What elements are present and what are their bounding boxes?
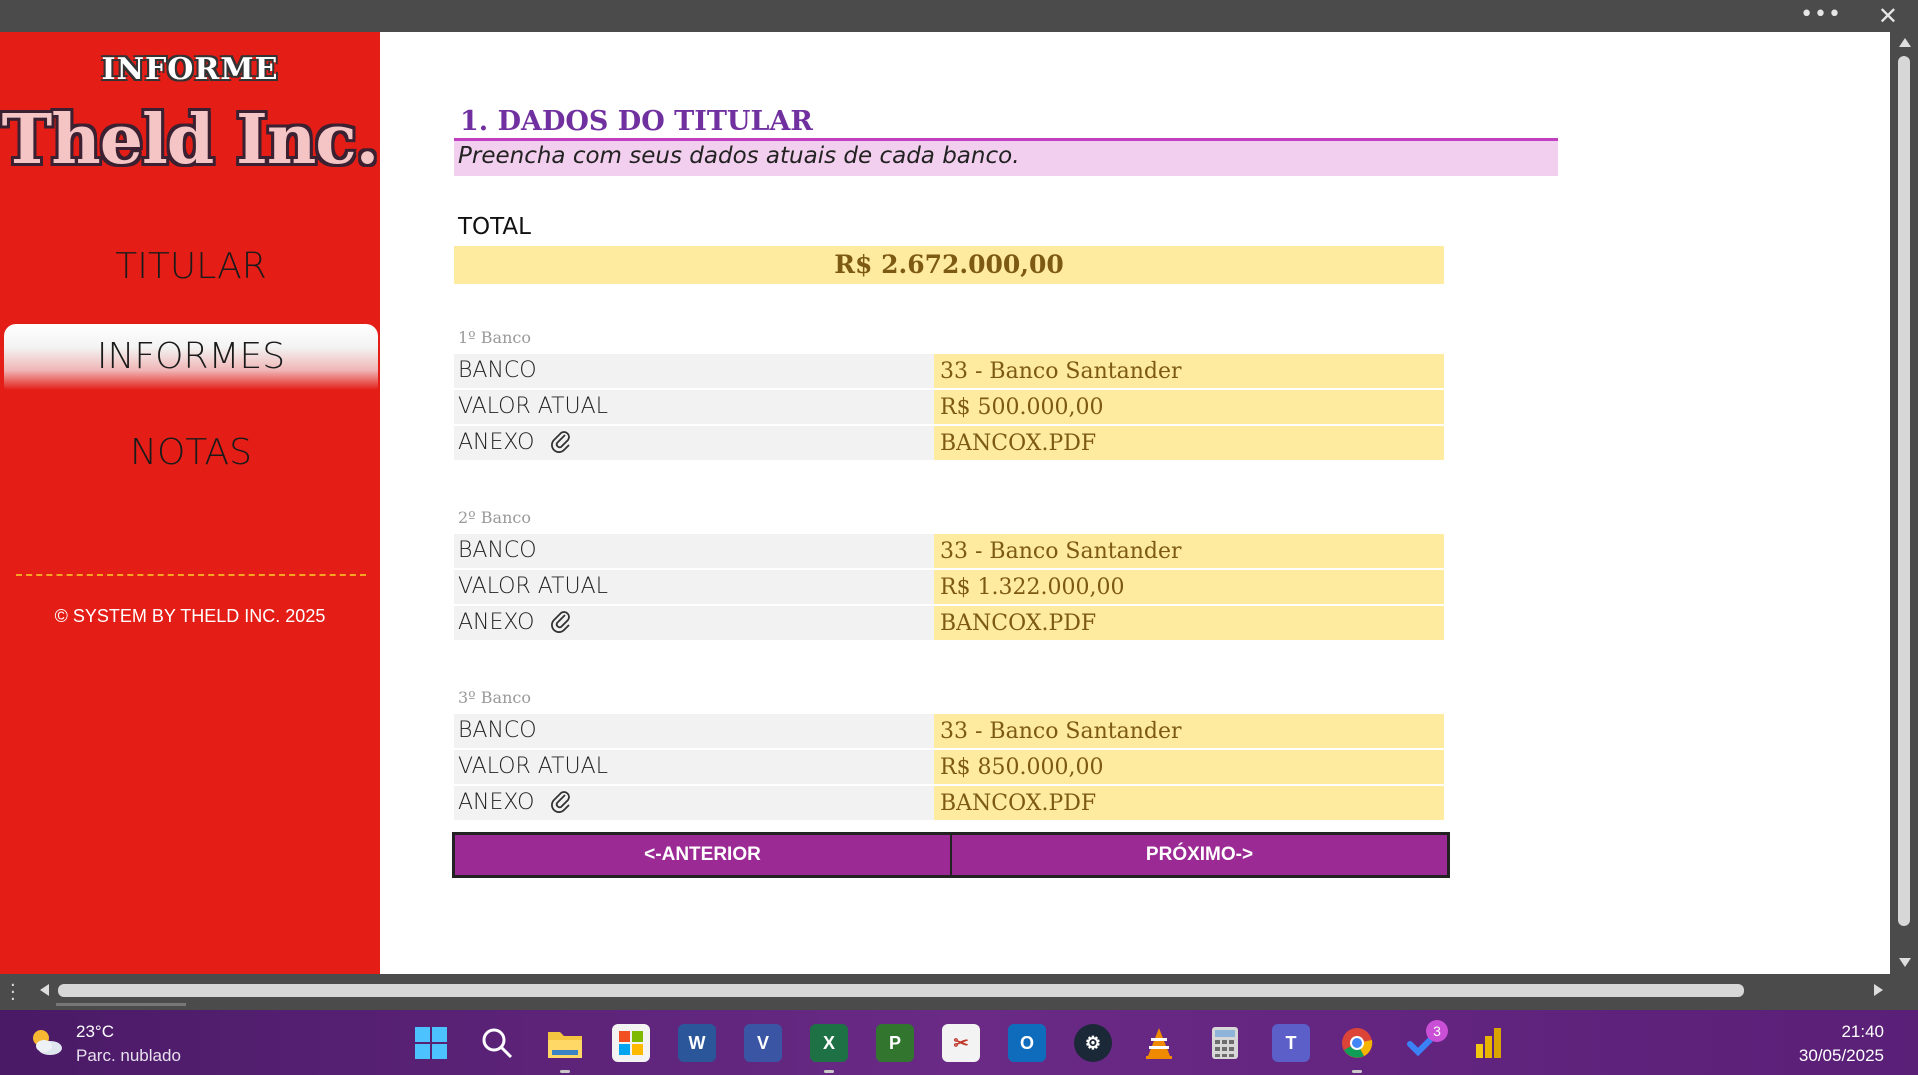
paperclip-icon[interactable] [549, 609, 573, 633]
sidebar-item-informes[interactable]: INFORMES [4, 324, 378, 390]
table-row: BANCO 33 - Banco Santander [454, 354, 1444, 388]
bank-1-banco-label: BANCO [454, 354, 934, 388]
windows-start-icon[interactable] [412, 1024, 450, 1062]
bank-3-valor-value[interactable]: R$ 850.000,00 [934, 750, 1444, 784]
bank-1-anexo-cell: ANEXO [454, 426, 934, 460]
scroll-down-icon[interactable] [1899, 958, 1911, 967]
vlc-icon[interactable] [1140, 1024, 1178, 1062]
clock-date[interactable]: 30/05/2025 [1799, 1046, 1884, 1066]
outlook-icon[interactable]: O [1008, 1024, 1046, 1062]
sheet-options-icon[interactable]: · · · [10, 977, 16, 1009]
bank-1-valor-value[interactable]: R$ 500.000,00 [934, 390, 1444, 424]
bank-3-anexo-label: ANEXO [458, 790, 535, 815]
more-icon[interactable]: ••• [1800, 2, 1842, 27]
bank-2-banco-label: BANCO [454, 534, 934, 568]
scroll-up-icon[interactable] [1899, 38, 1911, 47]
subtitle-text: Preencha com seus dados atuais de cada b… [458, 143, 1020, 169]
pagination-buttons: <-ANTERIOR PRÓXIMO-> [452, 832, 1450, 878]
sidebar: INFORME Theld Inc. TITULAR INFORMES NOTA… [0, 32, 380, 974]
excel-icon[interactable]: X [810, 1024, 848, 1062]
paperclip-icon[interactable] [549, 789, 573, 813]
main-content: 1. DADOS DO TITULAR Preencha com seus da… [380, 32, 1890, 974]
microsoft-store-icon[interactable] [612, 1024, 650, 1062]
weather-description[interactable]: Parc. nublado [76, 1046, 181, 1066]
bank-1-valor-label: VALOR ATUAL [454, 390, 934, 424]
sidebar-divider [16, 574, 366, 576]
vertical-scroll-thumb[interactable] [1898, 56, 1910, 926]
project-icon[interactable]: P [876, 1024, 914, 1062]
weather-temperature[interactable]: 23°C [76, 1022, 114, 1042]
table-row: ANEXO BANCOX.PDF [454, 606, 1444, 640]
subtitle-bar: Preencha com seus dados atuais de cada b… [454, 138, 1558, 176]
sidebar-item-titular[interactable]: TITULAR [4, 234, 378, 300]
taskbar: 23°C Parc. nublado W V X P ✂ O ⚙ T 3 21:… [0, 1010, 1918, 1075]
power-bi-icon[interactable] [1470, 1024, 1508, 1062]
running-indicator [824, 1070, 834, 1073]
previous-button[interactable]: <-ANTERIOR [455, 835, 950, 875]
horizontal-scrollbar[interactable]: · · · [0, 974, 1918, 1010]
notification-badge: 3 [1426, 1020, 1448, 1042]
total-label: TOTAL [458, 214, 531, 240]
running-indicator [560, 1070, 570, 1073]
bank-3-valor-label: VALOR ATUAL [454, 750, 934, 784]
bank-2-valor-value[interactable]: R$ 1.322.000,00 [934, 570, 1444, 604]
bank-2-anexo-cell: ANEXO [454, 606, 934, 640]
calculator-icon[interactable] [1206, 1024, 1244, 1062]
bank-1-anexo-label: ANEXO [458, 430, 535, 455]
section-title: 1. DADOS DO TITULAR [460, 106, 813, 137]
scroll-left-icon[interactable] [40, 984, 49, 996]
sheet-indicator [56, 1003, 186, 1006]
steam-icon[interactable]: ⚙ [1074, 1024, 1112, 1062]
bank-3-banco-value[interactable]: 33 - Banco Santander [934, 714, 1444, 748]
bank-3-banco-label: BANCO [454, 714, 934, 748]
teams-icon[interactable]: T [1272, 1024, 1310, 1062]
bank-2-anexo-label: ANEXO [458, 610, 535, 635]
paperclip-icon[interactable] [549, 429, 573, 453]
table-row: VALOR ATUAL R$ 1.322.000,00 [454, 570, 1444, 604]
visio-icon[interactable]: V [744, 1024, 782, 1062]
table-row: ANEXO BANCOX.PDF [454, 426, 1444, 460]
chrome-icon[interactable] [1338, 1024, 1376, 1062]
word-icon[interactable]: W [678, 1024, 716, 1062]
bank-3-anexo-value[interactable]: BANCOX.PDF [934, 786, 1444, 820]
sidebar-item-notas[interactable]: NOTAS [4, 420, 378, 486]
bank-1-banco-value[interactable]: 33 - Banco Santander [934, 354, 1444, 388]
table-row: VALOR ATUAL R$ 850.000,00 [454, 750, 1444, 784]
table-row: BANCO 33 - Banco Santander [454, 534, 1444, 568]
snipping-tool-icon[interactable]: ✂ [942, 1024, 980, 1062]
bank-2-banco-value[interactable]: 33 - Banco Santander [934, 534, 1444, 568]
table-row: BANCO 33 - Banco Santander [454, 714, 1444, 748]
table-row: VALOR ATUAL R$ 500.000,00 [454, 390, 1444, 424]
weather-partly-cloudy-icon[interactable] [28, 1026, 64, 1058]
close-icon[interactable]: ✕ [1878, 2, 1898, 30]
total-value: R$ 2.672.000,00 [454, 246, 1444, 284]
bank-2-anexo-value[interactable]: BANCOX.PDF [934, 606, 1444, 640]
clock-time[interactable]: 21:40 [1841, 1022, 1884, 1042]
vertical-scrollbar[interactable] [1890, 32, 1918, 974]
bank-2-valor-label: VALOR ATUAL [454, 570, 934, 604]
bank-3-anexo-cell: ANEXO [454, 786, 934, 820]
next-button[interactable]: PRÓXIMO-> [950, 835, 1447, 875]
bank-2-label: 2º Banco [458, 508, 531, 527]
copyright-text: © SYSTEM BY THELD INC. 2025 [54, 606, 326, 626]
running-indicator [1352, 1070, 1362, 1073]
bank-3-label: 3º Banco [458, 688, 531, 707]
brand-top-title: INFORME [101, 52, 279, 87]
brand-logo: Theld Inc. [1, 100, 380, 180]
bank-1-anexo-value[interactable]: BANCOX.PDF [934, 426, 1444, 460]
file-explorer-icon[interactable] [546, 1024, 584, 1062]
search-icon[interactable] [478, 1024, 516, 1062]
bank-1-label: 1º Banco [458, 328, 531, 347]
title-bar: ••• ✕ [0, 0, 1918, 32]
scroll-right-icon[interactable] [1874, 984, 1883, 996]
horizontal-scroll-thumb[interactable] [58, 984, 1744, 997]
table-row: ANEXO BANCOX.PDF [454, 786, 1444, 820]
